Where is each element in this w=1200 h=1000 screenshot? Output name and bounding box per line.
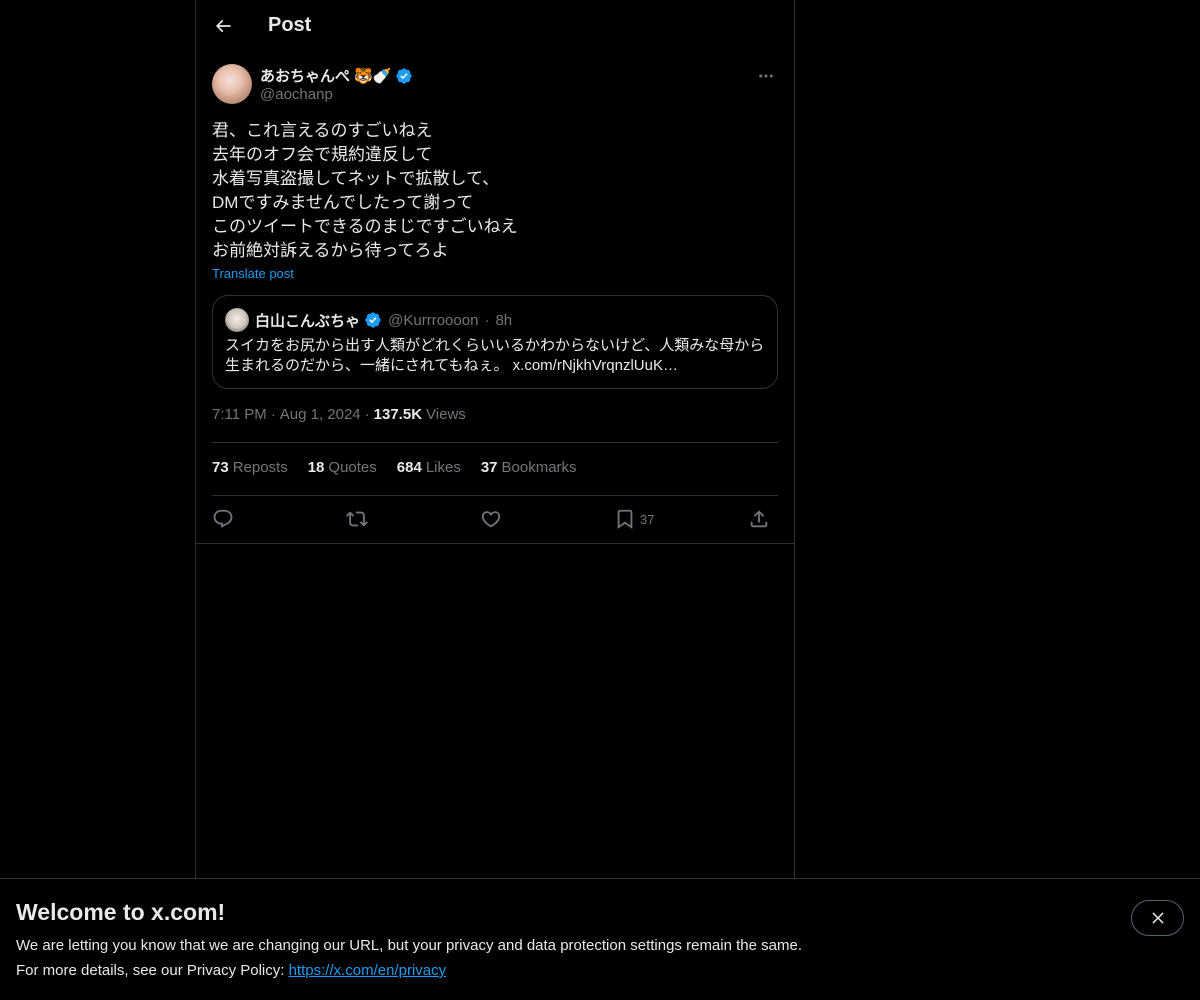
stat-number: 73: [212, 459, 229, 476]
share-icon: [750, 510, 768, 528]
post-text-line: 去年のオフ会で規約違反して: [212, 145, 433, 164]
separator-dot: ·: [484, 311, 490, 329]
separator-dot: ·: [364, 406, 370, 423]
privacy-policy-link[interactable]: https://x.com/en/privacy: [289, 962, 447, 979]
stat-label: Reposts: [232, 459, 288, 476]
banner-message: We are letting you know that we are chan…: [16, 937, 802, 954]
quoted-handle: @Kurrroooon: [388, 311, 479, 329]
post-text-line: DMですみませんでしたって謝って: [212, 193, 474, 212]
divider: [212, 442, 778, 443]
author-name-line: あおちゃんぺ 🐯🍼: [260, 65, 413, 86]
more-options-button[interactable]: [754, 64, 778, 88]
author-name-emojis: 🐯🍼: [354, 67, 392, 85]
stat-number: 37: [480, 459, 498, 476]
banner-privacy-line: For more details, see our Privacy Policy…: [16, 962, 446, 979]
stat-label: Bookmarks: [501, 459, 577, 476]
verified-badge-icon: [365, 312, 381, 328]
welcome-banner: Welcome to x.com! We are letting you kno…: [0, 878, 1200, 1000]
primary-column: Post あおちゃんぺ 🐯🍼 @aochanp 君、これ言えるのすごいねえ 去年…: [195, 0, 795, 1000]
bookmarks-stat[interactable]: 37 Bookmarks: [481, 459, 577, 476]
post-date[interactable]: Aug 1, 2024: [280, 406, 361, 423]
stat-number: 18: [307, 459, 325, 476]
verified-badge-icon: [396, 67, 413, 84]
post-text: 君、これ言えるのすごいねえ 去年のオフ会で規約違反して 水着写真盗撮してネットで…: [212, 119, 778, 263]
avatar[interactable]: [212, 64, 252, 104]
views-count: 137.5K: [373, 406, 423, 423]
quoted-post-header: 白山こんぶちゃ @Kurrroooon · 8h: [225, 308, 512, 332]
quoted-text: スイカをお尻から出す人類がどれくらいいるかわからないけど、人類みな母から生まれる…: [225, 337, 765, 374]
post-meta: 7:11 PM · Aug 1, 2024 · 137.5K Views: [212, 406, 466, 423]
divider: [196, 543, 794, 544]
stat-number: 684: [396, 459, 422, 476]
post-actions: 37: [212, 506, 778, 532]
post-header: Post: [196, 0, 794, 54]
repost-icon: [346, 511, 368, 527]
bookmark-icon: [617, 509, 633, 530]
like-button[interactable]: [480, 506, 502, 532]
repost-button[interactable]: [346, 506, 368, 532]
page-title: Post: [268, 14, 312, 36]
stat-label: Quotes: [328, 459, 377, 476]
heart-icon: [481, 511, 501, 528]
author-display-name[interactable]: あおちゃんぺ: [260, 65, 350, 86]
close-banner-button[interactable]: [1131, 900, 1184, 936]
divider: [212, 495, 778, 496]
quoted-time: 8h: [495, 311, 513, 329]
translate-post-link[interactable]: Translate post: [212, 266, 294, 281]
reposts-stat[interactable]: 73 Reposts: [212, 459, 288, 476]
reply-button[interactable]: [212, 506, 234, 532]
likes-stat[interactable]: 684 Likes: [397, 459, 461, 476]
share-button[interactable]: [748, 506, 770, 532]
post-text-line: 君、これ言えるのすごいねえ: [212, 121, 433, 140]
back-button[interactable]: [208, 11, 238, 41]
views-label: Views: [426, 406, 466, 423]
arrow-left-icon: [215, 19, 231, 33]
close-icon: [1151, 912, 1164, 924]
quoted-display-name: 白山こんぶちゃ: [255, 312, 361, 330]
separator-dot: ·: [270, 406, 276, 423]
quoted-post[interactable]: 白山こんぶちゃ @Kurrroooon · 8h スイカをお尻から出す人類がどれ…: [212, 295, 778, 389]
author-handle[interactable]: @aochanp: [260, 86, 333, 103]
banner-privacy-prefix: For more details, see our Privacy Policy…: [16, 962, 289, 979]
more-dots-icon: [759, 74, 773, 78]
post-time[interactable]: 7:11 PM: [212, 406, 267, 423]
stat-label: Likes: [425, 459, 461, 476]
post-text-line: お前絶対訴えるから待ってろよ: [212, 241, 449, 260]
bookmark-count: 37: [640, 511, 655, 527]
reply-icon: [213, 509, 233, 528]
post-text-line: 水着写真盗撮してネットで拡散して、: [212, 169, 500, 188]
banner-title: Welcome to x.com!: [16, 899, 226, 925]
post-author: あおちゃんぺ 🐯🍼 @aochanp: [212, 64, 778, 108]
post-stats: 73 Reposts 18 Quotes 684 Likes 37 Bookmarks: [212, 459, 577, 476]
quotes-stat[interactable]: 18 Quotes: [308, 459, 377, 476]
post-text-line: このツイートできるのまじですごいねえ: [212, 217, 518, 236]
bookmark-button[interactable]: 37: [614, 506, 654, 532]
quoted-avatar: [225, 308, 249, 332]
